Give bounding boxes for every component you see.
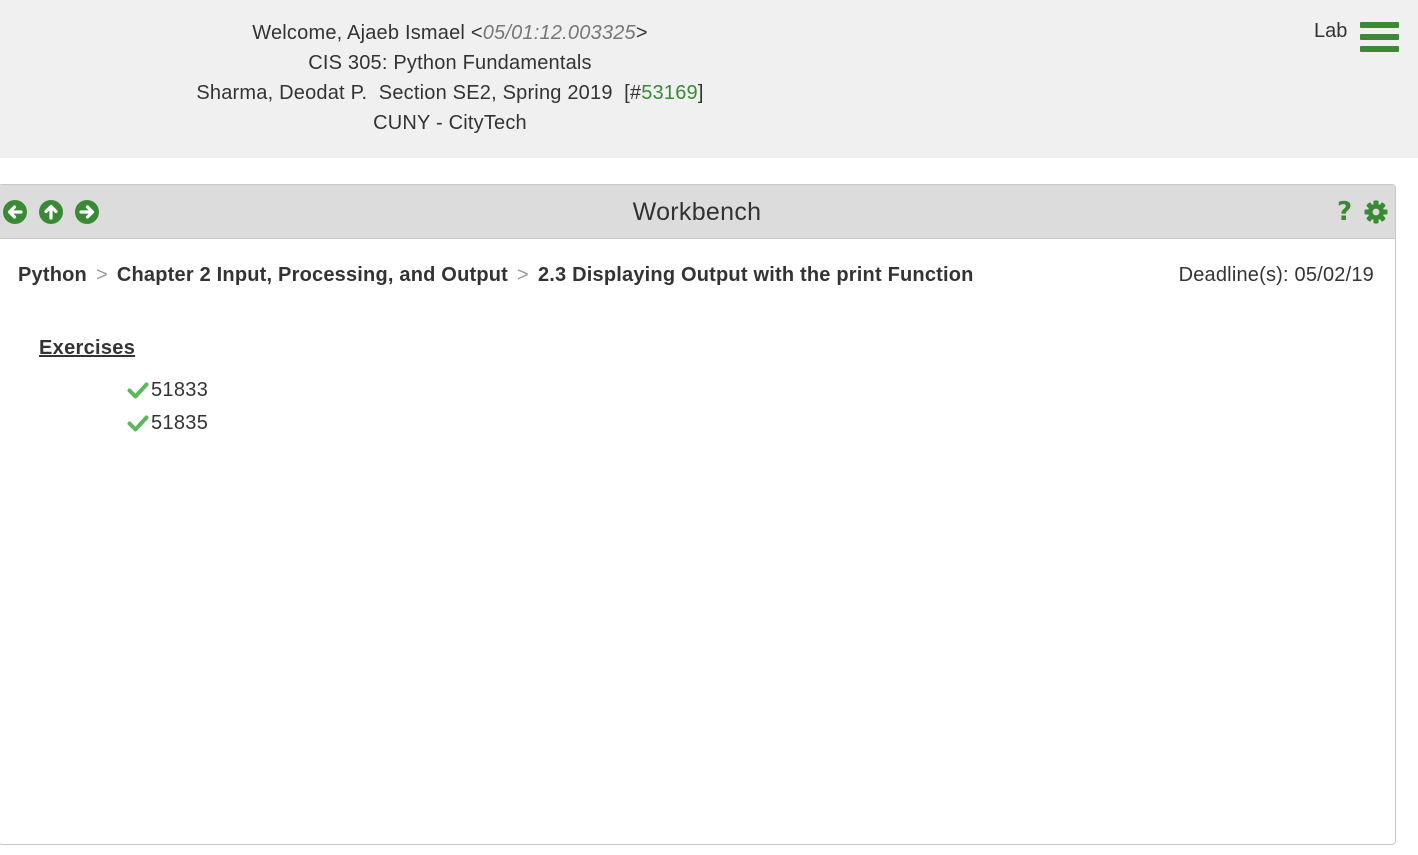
exercise-id: 51833 <box>151 379 209 401</box>
check-icon <box>127 382 149 399</box>
help-icon[interactable]: ? <box>1337 197 1352 227</box>
section-suffix: ] <box>697 82 704 104</box>
workbench-panel: Workbench ? Python > Chapter 2 Input, Pr… <box>0 184 1396 845</box>
breadcrumb-python[interactable]: Python <box>18 264 87 286</box>
panel-toolbar: Workbench ? <box>0 185 1395 239</box>
course-name: CIS 305: Python Fundamentals <box>308 52 592 74</box>
check-icon <box>127 415 149 432</box>
lab-label[interactable]: Lab <box>1314 20 1347 43</box>
section-line: Sharma, Deodat P. Section SE2, Spring 20… <box>0 78 900 108</box>
welcome-line: Welcome, Ajaeb Ismael <05/01:12.003325> <box>0 18 900 48</box>
hamburger-bar <box>1360 34 1399 40</box>
arrow-right-circle-icon[interactable] <box>75 200 99 224</box>
section-text: Sharma, Deodat P. Section SE2, Spring 20… <box>196 82 642 104</box>
institution-name: CUNY - CityTech <box>373 112 527 134</box>
breadcrumb-separator: > <box>95 264 108 286</box>
deadline-text: Deadline(s): 05/02/19 <box>1178 264 1374 286</box>
breadcrumb-chapter[interactable]: Chapter 2 Input, Processing, and Output <box>117 264 508 286</box>
user-info: Welcome, Ajaeb Ismael <05/01:12.003325> … <box>0 18 900 138</box>
breadcrumb-separator: > <box>517 264 529 286</box>
arrow-up-circle-icon[interactable] <box>39 200 63 224</box>
exercise-id: 51835 <box>151 412 209 434</box>
panel-title: Workbench <box>632 198 762 226</box>
hamburger-bar <box>1360 22 1399 28</box>
exercise-item[interactable]: 51833 <box>127 378 208 411</box>
hamburger-icon[interactable] <box>1360 22 1399 53</box>
welcome-suffix: > <box>635 22 648 44</box>
section-id-link[interactable]: 53169 <box>641 82 698 104</box>
exercises-heading: Exercises <box>39 337 136 359</box>
arrow-left-circle-icon[interactable] <box>3 200 27 224</box>
breadcrumb: Python > Chapter 2 Input, Processing, and … <box>18 264 974 287</box>
welcome-text: Welcome, Ajaeb Ismael < <box>252 22 483 44</box>
exercise-list: 51833 51835 <box>127 378 208 444</box>
session-timestamp: 05/01:12.003325 <box>482 22 636 44</box>
gear-icon[interactable] <box>1364 200 1388 229</box>
exercise-item[interactable]: 51835 <box>127 411 208 444</box>
breadcrumb-section[interactable]: 2.3 Displaying Output with the print Fun… <box>538 264 974 286</box>
hamburger-bar <box>1360 46 1399 52</box>
top-header: Welcome, Ajaeb Ismael <05/01:12.003325> … <box>0 0 1418 158</box>
